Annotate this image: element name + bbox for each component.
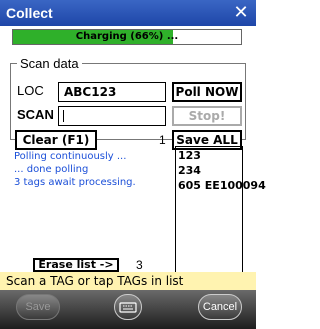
window-title: Collect [6,5,53,21]
close-icon[interactable]: ✕ [232,3,250,21]
keyboard-glyph [119,302,137,313]
tag-list[interactable]: 123 234 605 EE100094 [175,146,266,284]
text-cursor [63,110,64,122]
list-item[interactable]: 234 [178,163,242,178]
erase-list-button[interactable]: Erase list -> [33,258,119,272]
list-item[interactable]: 605 EE100094 [178,178,266,193]
charging-progress-bar: Charging (66%) ... [12,29,242,45]
poll-now-button[interactable]: Poll NOW [172,82,242,102]
status-line: Polling continuously ... [14,151,127,162]
softkey-bar: Save Cancel [0,290,256,329]
status-line: 3 tags await processing. [14,177,136,188]
save-softkey[interactable]: Save [16,294,60,320]
erase-count: 3 [136,258,143,272]
loc-input[interactable]: ABC123 [58,82,166,102]
loc-label: LOC [17,83,44,98]
keyboard-icon[interactable] [114,294,142,320]
scan-label: SCAN [17,107,54,122]
hint-bar: Scan a TAG or tap TAGs in list [0,272,256,290]
scan-input[interactable] [58,106,166,126]
status-line: ... done polling [14,164,89,175]
cancel-softkey[interactable]: Cancel [198,294,242,320]
scan-data-group: Scan data LOC ABC123 Poll NOW SCAN Stop!… [10,56,246,150]
title-bar: Collect ✕ [0,0,256,26]
scan-count: 1 [159,133,166,147]
main-panel: Charging (66%) ... Scan data LOC ABC123 … [0,26,266,284]
status-log: Polling continuously ... ... done pollin… [14,150,149,250]
progress-label: Charging (66%) ... [75,31,179,42]
list-item[interactable]: 123 [178,148,242,163]
scan-data-legend: Scan data [20,56,79,71]
stop-button[interactable]: Stop! [172,106,242,126]
clear-button[interactable]: Clear (F1) [15,130,97,150]
